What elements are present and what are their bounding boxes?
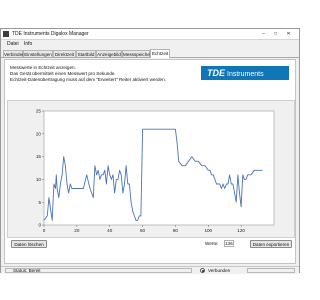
- y-tick-label: 5: [38, 200, 41, 205]
- tab-verbinden[interactable]: Verbinden: [3, 50, 25, 57]
- y-tick-label: 15: [36, 154, 42, 159]
- window-title: TDE Instruments Digalox Manager: [12, 31, 89, 37]
- y-tick-label: 0: [38, 223, 41, 228]
- menu-bar: Datei Info: [1, 40, 299, 48]
- logo-brand: TDE: [207, 68, 225, 78]
- connection-status: Verbunden: [208, 268, 231, 273]
- logo-rest: Instruments: [227, 71, 264, 78]
- menu-info[interactable]: Info: [24, 41, 32, 47]
- tab-anzeigebild[interactable]: Anzeigebild: [96, 50, 122, 57]
- tab-startbild[interactable]: Startbild: [76, 50, 96, 57]
- echtzeit-panel: Messwerte in Echtzeit anzeigen. Das Gerä…: [4, 59, 296, 264]
- x-tick-label: 80: [173, 228, 179, 233]
- tde-logo: TDE Instruments: [201, 66, 289, 80]
- tab-echtzeit[interactable]: Echtzeit: [150, 49, 170, 58]
- maximize-icon[interactable]: □: [271, 31, 280, 37]
- info-text: Messwerte in Echtzeit anzeigen. Das Gerä…: [10, 65, 166, 83]
- x-tick-label: 0: [43, 228, 46, 233]
- realtime-chart: 0 5 10 15 20 25 0 20 40 60 80 100 120: [7, 100, 295, 238]
- chart-svg: 0 5 10 15 20 25 0 20 40 60 80 100 120: [36, 109, 275, 233]
- x-tick-label: 40: [107, 228, 113, 233]
- tab-messspeicher[interactable]: Messspeicher: [122, 50, 151, 57]
- plot-area: [43, 110, 275, 226]
- status-bar: Status: Bereit Verbunden: [1, 266, 299, 274]
- tab-direktzeit[interactable]: Direktzeit: [53, 50, 76, 57]
- y-tick-label: 10: [36, 177, 42, 182]
- x-tick-label: 60: [140, 228, 146, 233]
- x-tick-label: 20: [74, 228, 80, 233]
- y-tick-label: 20: [36, 131, 42, 136]
- tab-einstellungen[interactable]: Einstellungen: [23, 50, 53, 57]
- x-tick-label: 120: [237, 228, 245, 233]
- value-count: 136: [224, 240, 234, 247]
- y-tick-label: 25: [36, 109, 42, 114]
- export-data-button[interactable]: Daten exportieren: [250, 240, 292, 248]
- menu-datei[interactable]: Datei: [7, 41, 19, 47]
- x-tick-label: 100: [204, 228, 212, 233]
- radio-dot-icon: [202, 270, 204, 272]
- close-icon[interactable]: ✕: [284, 31, 293, 37]
- title-bar: TDE Instruments Digalox Manager ‒ □ ✕: [1, 29, 299, 40]
- minimize-icon[interactable]: ‒: [259, 31, 268, 37]
- tab-bar: Verbinden Einstellungen Direktzeit Start…: [1, 49, 299, 58]
- app-window: TDE Instruments Digalox Manager ‒ □ ✕ Da…: [0, 28, 300, 274]
- app-icon: [3, 31, 9, 37]
- connection-radio[interactable]: [200, 268, 205, 273]
- info-line: Echtzeit-Datenübertragung muss auf dem "…: [10, 77, 166, 82]
- clear-data-button[interactable]: Daten löschen: [11, 240, 47, 248]
- value-count-label: Werte:: [205, 241, 219, 246]
- status-text: Status: Bereit: [13, 268, 41, 273]
- connection-field: [247, 268, 295, 273]
